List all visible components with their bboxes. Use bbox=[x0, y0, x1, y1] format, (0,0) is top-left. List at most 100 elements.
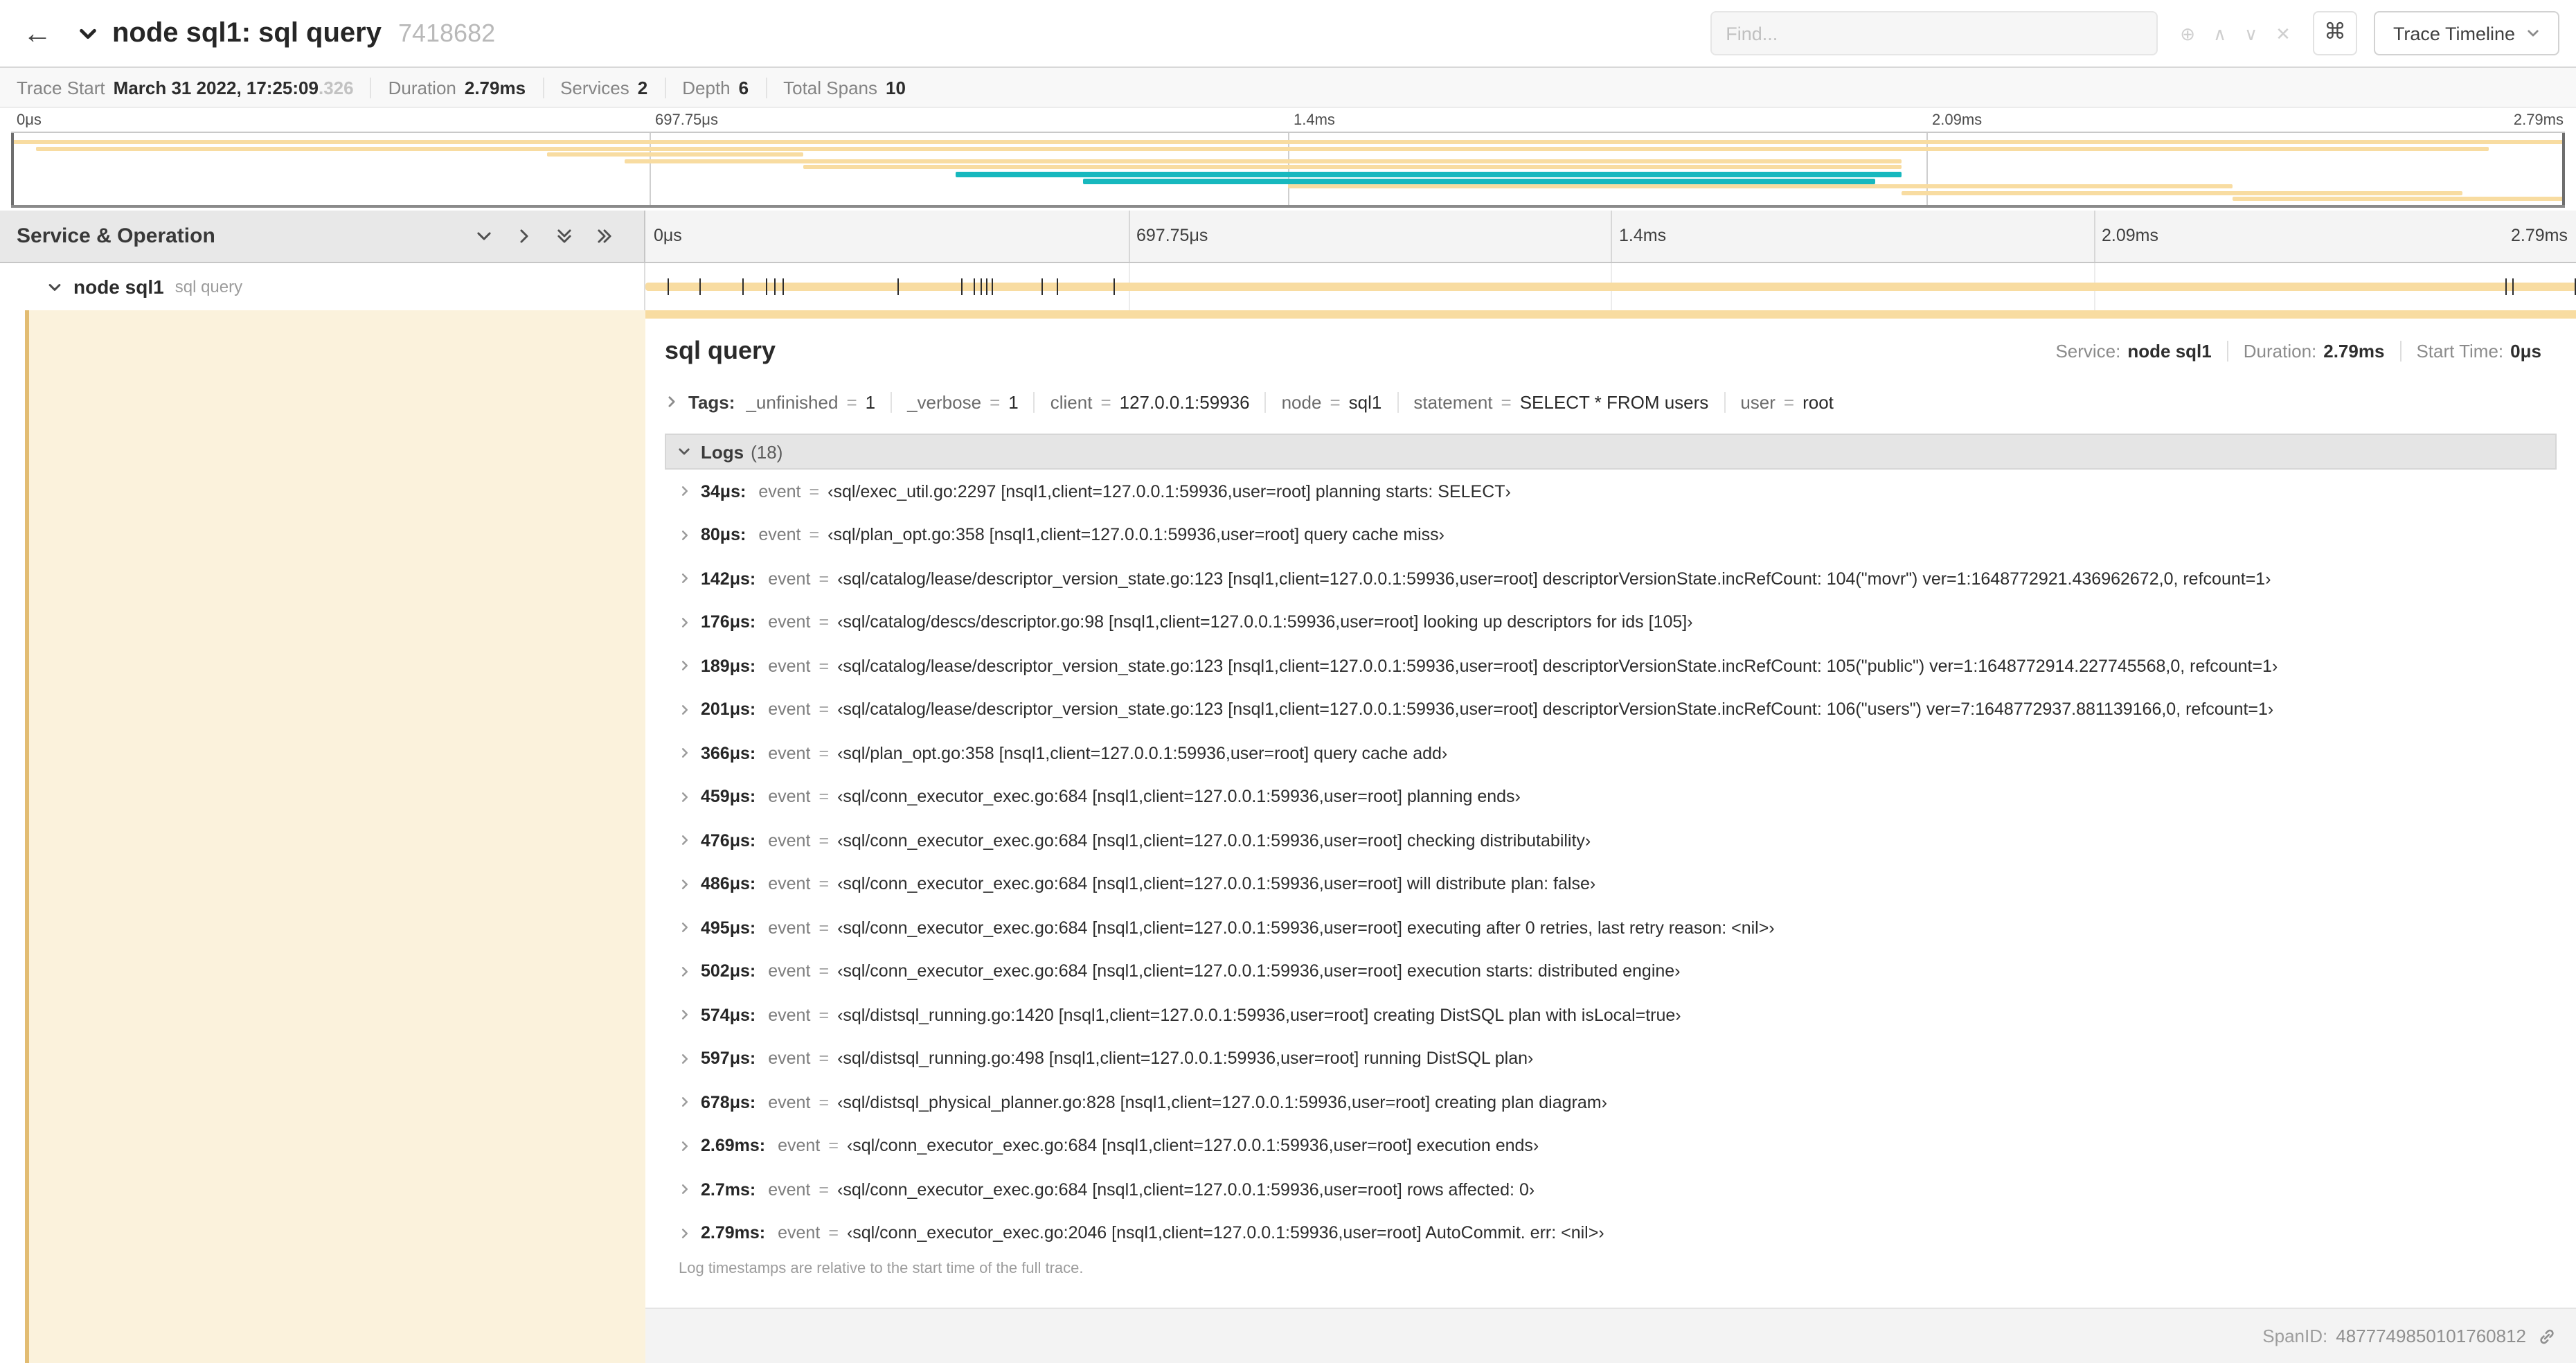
chevron-right-icon bbox=[520, 229, 528, 243]
chevron-right-icon bbox=[679, 616, 691, 629]
timeline-tick-label: 697.75μs bbox=[1136, 226, 1208, 245]
chevron-down-icon bbox=[80, 28, 96, 39]
log-equals: = bbox=[809, 525, 820, 545]
log-key: event bbox=[758, 525, 801, 545]
log-row[interactable]: 2.7ms: event = ‹sql/conn_executor_exec.go:6… bbox=[665, 1168, 2557, 1211]
log-value: ‹sql/conn_executor_exec.go:684 [nsql1,cl… bbox=[837, 1179, 1535, 1200]
log-row[interactable]: 459μs: event = ‹sql/conn_executor_exec.go:6… bbox=[665, 775, 2557, 819]
trace-collapse-toggle[interactable] bbox=[78, 23, 98, 44]
log-equals: = bbox=[819, 743, 830, 763]
timeline-tick-label: 1.4ms bbox=[1294, 112, 1335, 129]
log-row[interactable]: 80μs: event = ‹sql/plan_opt.go:358 [nsql1,c… bbox=[665, 513, 2557, 557]
log-equals: = bbox=[819, 918, 830, 938]
chevron-right-icon bbox=[679, 922, 691, 934]
log-row[interactable]: 189μs: event = ‹sql/catalog/lease/descripto… bbox=[665, 644, 2557, 688]
back-button[interactable]: ← bbox=[17, 12, 58, 54]
timeline-header-row: Service & Operation 0μs 697.75μs 1.4ms 2.09… bbox=[0, 211, 2576, 263]
trace-view-select[interactable]: Trace Timeline bbox=[2373, 11, 2559, 55]
span-log-marker bbox=[961, 278, 963, 295]
log-equals: = bbox=[828, 1136, 839, 1156]
trace-id: 7418682 bbox=[397, 19, 496, 46]
find-input[interactable] bbox=[1726, 23, 2143, 44]
log-row[interactable]: 476μs: event = ‹sql/conn_executor_exec.go:6… bbox=[665, 819, 2557, 862]
chevron-right-icon bbox=[679, 1140, 691, 1152]
minimap-scrubber-right[interactable] bbox=[2562, 133, 2565, 205]
tag-value: SELECT * FROM users bbox=[1519, 391, 1709, 412]
chevron-right-icon bbox=[679, 485, 691, 498]
minimap-span-bar bbox=[1083, 178, 1876, 184]
log-value: ‹sql/conn_executor_exec.go:684 [nsql1,cl… bbox=[846, 1136, 1539, 1156]
trace-info-item: Depth 6 bbox=[665, 77, 767, 98]
circle-plus-icon[interactable]: ⊕ bbox=[2180, 24, 2195, 42]
detail-left-column bbox=[0, 310, 645, 1363]
timeline-gridline bbox=[1611, 211, 1612, 262]
trace-info-value-fraction: .326 bbox=[318, 77, 354, 98]
log-row[interactable]: 34μs: event = ‹sql/exec_util.go:2297 [nsql1… bbox=[665, 470, 2557, 513]
chevron-right-icon bbox=[679, 704, 691, 716]
tags-list: _unfinished = 1 _verbose = 1 client = 127.0.0.1:… bbox=[746, 391, 1848, 412]
minimap-canvas[interactable] bbox=[11, 132, 2565, 208]
trace-info-item: Total Spans 10 bbox=[767, 77, 922, 98]
stat-label: Duration: bbox=[2243, 340, 2317, 361]
log-key: event bbox=[758, 481, 801, 501]
span-row[interactable]: node sql1 sql query bbox=[0, 263, 2576, 310]
collapse-one-button[interactable] bbox=[515, 227, 533, 245]
log-row[interactable]: 597μs: event = ‹sql/distsql_running.go:498 … bbox=[665, 1037, 2557, 1080]
log-value: ‹sql/conn_executor_exec.go:684 [nsql1,cl… bbox=[837, 874, 1596, 894]
span-duration-bar[interactable] bbox=[645, 283, 2576, 291]
log-timestamp: 597μs: bbox=[701, 1049, 756, 1069]
chevron-up-icon[interactable]: ∧ bbox=[2213, 24, 2226, 42]
log-row[interactable]: 2.79ms: event = ‹sql/conn_executor_exec.go:… bbox=[665, 1211, 2557, 1255]
clear-icon[interactable]: ✕ bbox=[2275, 24, 2291, 42]
log-row[interactable]: 678μs: event = ‹sql/distsql_physical_planne… bbox=[665, 1080, 2557, 1124]
span-name-cell[interactable]: node sql1 sql query bbox=[0, 263, 645, 310]
trace-info-item: Duration 2.79ms bbox=[372, 77, 544, 98]
log-row[interactable]: 502μs: event = ‹sql/conn_executor_exec.go:6… bbox=[665, 950, 2557, 993]
log-key: event bbox=[768, 1005, 811, 1025]
timeline-tick-label: 2.79ms bbox=[2513, 112, 2564, 129]
minimap-scrubber-left[interactable] bbox=[11, 133, 14, 205]
chevron-right-icon bbox=[679, 1009, 691, 1022]
chevron-right-icon bbox=[679, 660, 691, 672]
chevron-right-icon bbox=[679, 835, 691, 847]
expand-all-button[interactable] bbox=[555, 227, 573, 245]
trace-info-label: Duration bbox=[388, 77, 456, 98]
span-detail-panel: sql query Service: node sql1 Duration: 2.7… bbox=[645, 319, 2576, 1308]
expand-one-button[interactable] bbox=[475, 227, 493, 245]
span-log-marker bbox=[742, 278, 744, 295]
stat-label: Service: bbox=[2055, 340, 2121, 361]
log-row[interactable]: 495μs: event = ‹sql/conn_executor_exec.go:6… bbox=[665, 906, 2557, 950]
chevron-down-icon[interactable]: ∨ bbox=[2244, 24, 2257, 42]
log-row[interactable]: 201μs: event = ‹sql/catalog/lease/descripto… bbox=[665, 688, 2557, 731]
logs-toggle[interactable]: Logs (18) bbox=[665, 434, 2557, 470]
log-row[interactable]: 2.69ms: event = ‹sql/conn_executor_exec.go:… bbox=[665, 1124, 2557, 1168]
trace-info-item: Trace Start March 31 2022, 17:25:09.326 bbox=[17, 77, 372, 98]
tags-toggle[interactable]: Tags: _unfinished = 1 _verbose = 1 client = 127.… bbox=[665, 386, 2557, 417]
minimap-span-bar bbox=[624, 159, 1902, 163]
span-log-marker bbox=[765, 278, 767, 295]
log-row[interactable]: 142μs: event = ‹sql/catalog/lease/descripto… bbox=[665, 557, 2557, 600]
chevron-down-icon bbox=[477, 232, 491, 240]
detail-main: sql query Service: node sql1 Duration: 2.7… bbox=[645, 310, 2576, 1363]
keyboard-shortcuts-button[interactable]: ⌘ bbox=[2312, 11, 2357, 55]
stat-label: Start Time: bbox=[2416, 340, 2504, 361]
tag-value: sql1 bbox=[1348, 391, 1382, 412]
link-icon[interactable] bbox=[2537, 1326, 2557, 1346]
tag-key: statement bbox=[1413, 391, 1493, 412]
log-row[interactable]: 486μs: event = ‹sql/conn_executor_exec.go:6… bbox=[665, 862, 2557, 906]
find-bar bbox=[1710, 11, 2158, 55]
chevron-right-icon bbox=[679, 1227, 691, 1240]
log-key: event bbox=[768, 1049, 811, 1069]
log-row[interactable]: 176μs: event = ‹sql/catalog/descs/descripto… bbox=[665, 600, 2557, 644]
tag-equals: = bbox=[990, 391, 1001, 412]
log-value: ‹sql/catalog/descs/descriptor.go:98 [nsq… bbox=[837, 612, 1693, 632]
timeline-tick-label: 2.79ms bbox=[2511, 226, 2568, 245]
timeline-axis[interactable]: 0μs 697.75μs 1.4ms 2.09ms 2.79ms bbox=[645, 211, 2576, 262]
trace-info-label: Total Spans bbox=[783, 77, 877, 98]
collapse-all-button[interactable] bbox=[596, 227, 614, 245]
log-row[interactable]: 366μs: event = ‹sql/plan_opt.go:358 [nsql1,… bbox=[665, 731, 2557, 775]
log-row[interactable]: 574μs: event = ‹sql/distsql_running.go:1420… bbox=[665, 993, 2557, 1037]
span-service-name: node sql1 bbox=[73, 276, 164, 298]
log-key: event bbox=[768, 656, 811, 676]
log-key: event bbox=[768, 743, 811, 763]
